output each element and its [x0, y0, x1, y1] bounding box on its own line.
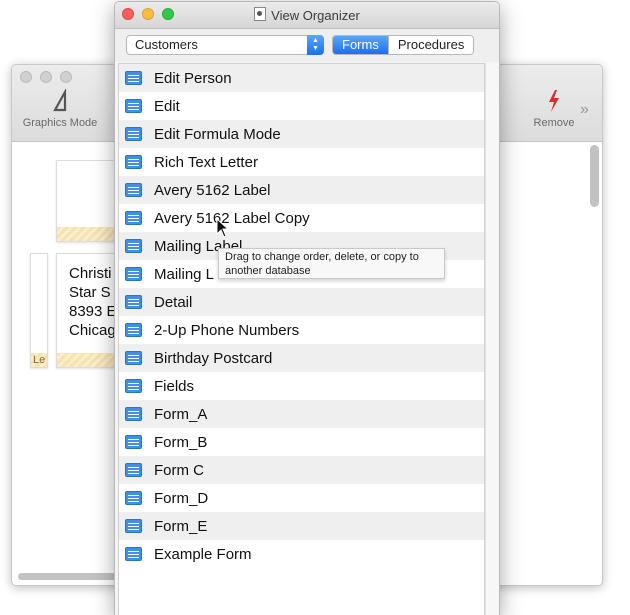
list-item[interactable]: Fields — [119, 372, 484, 400]
list-item[interactable]: Rich Text Letter — [119, 148, 484, 176]
forms-list[interactable]: Edit Person Edit Edit Formula Mode Rich … — [118, 63, 485, 615]
list-item-label: Edit — [154, 97, 180, 115]
address-line-1: Christi — [69, 265, 112, 282]
list-item-label: Mailing L — [154, 265, 215, 283]
form-icon — [125, 71, 142, 85]
window-title-text: View Organizer — [271, 8, 360, 23]
list-item[interactable]: 2-Up Phone Numbers — [119, 316, 484, 344]
list-item[interactable]: Edit Person — [119, 64, 484, 92]
list-item-label: Fields — [154, 377, 195, 395]
remove-tool[interactable]: Remove — [526, 89, 582, 129]
list-item-label: Detail — [154, 293, 193, 311]
mouse-pointer-icon — [216, 218, 230, 238]
database-popup-value: Customers — [135, 37, 198, 52]
address-lines: Christi Star S 8393 E Chicag — [69, 264, 117, 340]
list-item-label: Form_A — [154, 405, 208, 423]
list-item[interactable]: Form_B — [119, 428, 484, 456]
graphics-mode-label: Graphics Mode — [22, 117, 98, 129]
list-item-label: Avery 5162 Label Copy — [154, 209, 310, 227]
form-thumbnail-edge[interactable]: Le — [30, 253, 48, 368]
form-icon — [125, 547, 142, 561]
form-icon — [125, 407, 142, 421]
drag-tooltip: Drag to change order, delete, or copy to… — [218, 248, 445, 279]
organizer-toolbar: Customers ▲ ▼ Forms Procedures — [115, 29, 499, 62]
form-icon — [125, 127, 142, 141]
form-icon — [125, 463, 142, 477]
list-item[interactable]: Example Form — [119, 540, 484, 568]
list-item-label: Birthday Postcard — [154, 349, 273, 367]
form-icon — [125, 519, 142, 533]
form-icon — [125, 379, 142, 393]
popup-arrows-icon: ▲ ▼ — [307, 35, 324, 55]
form-icon — [125, 491, 142, 505]
form-icon — [125, 267, 142, 281]
list-item-label: 2-Up Phone Numbers — [154, 321, 300, 339]
minimize-button-inactive[interactable] — [40, 71, 52, 83]
overflow-chevron-icon[interactable]: » — [580, 101, 589, 119]
thumbnail-tag: Le — [33, 354, 46, 366]
form-icon — [125, 323, 142, 337]
list-item-label: Form_D — [154, 489, 209, 507]
list-scrollbar[interactable] — [485, 63, 499, 615]
list-item[interactable]: Birthday Postcard — [119, 344, 484, 372]
view-type-segmented-control: Forms Procedures — [332, 35, 475, 55]
form-icon — [125, 211, 142, 225]
list-item-label: Edit Person — [154, 69, 232, 87]
graphics-mode-tool[interactable]: Graphics Mode — [18, 87, 102, 129]
address-line-3: 8393 E — [69, 303, 117, 320]
form-icon — [125, 351, 142, 365]
list-item[interactable]: Form_E — [119, 512, 484, 540]
form-icon — [125, 99, 142, 113]
procedures-segment[interactable]: Procedures — [388, 36, 474, 54]
close-button-inactive[interactable] — [20, 71, 32, 83]
list-item-label: Example Form — [154, 545, 252, 563]
list-item[interactable]: Avery 5162 Label Copy — [119, 204, 484, 232]
address-line-2: Star S — [69, 284, 111, 301]
vertical-scrollbar-thumb[interactable] — [590, 145, 599, 207]
triangle-ruler-icon — [18, 87, 102, 117]
form-icon — [125, 239, 142, 253]
address-line-4: Chicag — [69, 322, 116, 339]
lightning-icon — [526, 89, 582, 117]
list-item[interactable]: Detail — [119, 288, 484, 316]
title-bar[interactable]: View Organizer — [115, 2, 499, 29]
address-card[interactable]: Christi Star S 8393 E Chicag — [56, 253, 122, 368]
list-item[interactable]: Form_D — [119, 484, 484, 512]
list-item-label: Avery 5162 Label — [154, 181, 271, 199]
horizontal-scrollbar-thumb[interactable] — [18, 573, 118, 580]
form-icon — [125, 435, 142, 449]
zoom-button-inactive[interactable] — [60, 71, 72, 83]
form-icon — [125, 295, 142, 309]
form-thumbnail[interactable] — [56, 160, 122, 242]
database-popup[interactable]: Customers ▲ ▼ — [126, 35, 324, 55]
view-organizer-window: View Organizer Customers ▲ ▼ Forms Proced… — [114, 1, 500, 615]
window-title: View Organizer — [115, 7, 499, 23]
list-item-label: Form_B — [154, 433, 208, 451]
list-item-label: Form C — [154, 461, 204, 479]
list-item-label: Rich Text Letter — [154, 153, 258, 171]
forms-segment[interactable]: Forms — [333, 36, 388, 54]
list-item[interactable]: Form_A — [119, 400, 484, 428]
form-icon — [125, 155, 142, 169]
list-item[interactable]: Avery 5162 Label — [119, 176, 484, 204]
form-icon — [125, 183, 142, 197]
list-item-label: Form_E — [154, 517, 208, 535]
list-item[interactable]: Edit — [119, 92, 484, 120]
list-item[interactable]: Edit Formula Mode — [119, 120, 484, 148]
document-icon — [254, 7, 267, 21]
list-item-label: Edit Formula Mode — [154, 125, 281, 143]
list-item[interactable]: Form C — [119, 456, 484, 484]
remove-label: Remove — [533, 117, 575, 129]
